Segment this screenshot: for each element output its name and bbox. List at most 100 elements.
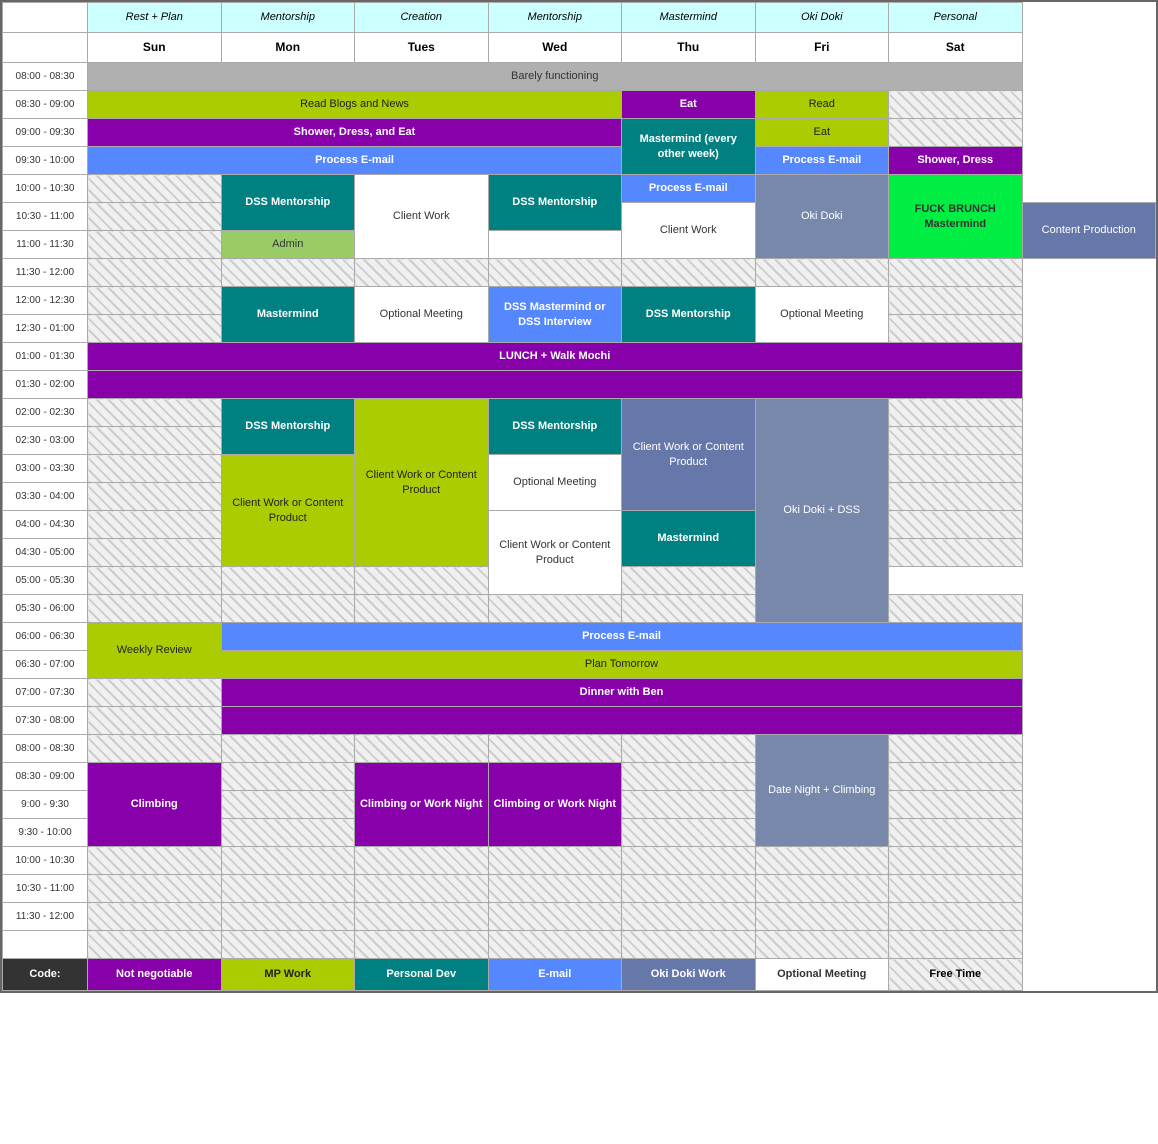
row-2200: 10:00 - 10:30 bbox=[3, 847, 1156, 875]
time-2230: 10:30 - 11:00 bbox=[3, 875, 88, 903]
row-2230: 10:30 - 11:00 bbox=[3, 875, 1156, 903]
empty-sat-0300 bbox=[889, 455, 1023, 483]
day-thu: Thu bbox=[622, 33, 756, 63]
time-0600: 06:00 - 06:30 bbox=[3, 623, 88, 651]
time-0900: 09:00 - 09:30 bbox=[3, 119, 88, 147]
time-2300: 11:30 - 12:00 bbox=[3, 903, 88, 931]
empty-mon-2100 bbox=[221, 791, 355, 819]
read-fri: Read bbox=[755, 91, 889, 119]
time-0200: 02:00 - 02:30 bbox=[3, 399, 88, 427]
time-0230: 02:30 - 03:00 bbox=[3, 427, 88, 455]
time-0300: 03:00 - 03:30 bbox=[3, 455, 88, 483]
cat-fri: Oki Doki bbox=[755, 3, 889, 33]
empty-sun-2200 bbox=[88, 847, 222, 875]
optional-meeting-tues: Optional Meeting bbox=[355, 287, 489, 343]
time-0430: 04:30 - 05:00 bbox=[3, 539, 88, 567]
empty-mon-2300 bbox=[221, 903, 355, 931]
row-2000: 08:00 - 08:30 Date Night + Climbing bbox=[3, 735, 1156, 763]
empty-sat-0530 bbox=[889, 595, 1023, 623]
empty-thu-2230 bbox=[622, 875, 756, 903]
empty-sat-2000 bbox=[889, 735, 1023, 763]
day-fri: Fri bbox=[755, 33, 889, 63]
empty-thu-2200 bbox=[622, 847, 756, 875]
climbing-work-night-tues: Climbing or Work Night bbox=[355, 763, 489, 847]
day-mon: Mon bbox=[221, 33, 355, 63]
empty-sun-2300 bbox=[88, 903, 222, 931]
empty-sun-1230 bbox=[88, 315, 222, 343]
cat-mon: Mentorship bbox=[221, 3, 355, 33]
empty-sun-0230 bbox=[88, 427, 222, 455]
empty-sat-0400 bbox=[889, 511, 1023, 539]
time-1000: 10:00 - 10:30 bbox=[3, 175, 88, 203]
row-0300: 03:00 - 03:30 Client Work or Content Pro… bbox=[3, 455, 1156, 483]
empty-wed-2300 bbox=[488, 903, 622, 931]
optional-meeting-wed: Optional Meeting bbox=[488, 455, 622, 511]
row-0200: 02:00 - 02:30 DSS Mentorship Client Work… bbox=[3, 399, 1156, 427]
empty-sat-0430 bbox=[889, 539, 1023, 567]
process-email-thu-2: Process E-mail bbox=[622, 175, 756, 203]
legend-optional-meeting: Optional Meeting bbox=[755, 959, 889, 991]
time-0800: 08:00 - 08:30 bbox=[3, 63, 88, 91]
empty-wed-2000 bbox=[488, 735, 622, 763]
legend-personal-dev: Personal Dev bbox=[355, 959, 489, 991]
client-work-content-wed-2: Client Work or Content Product bbox=[488, 511, 622, 595]
row-0530: 05:30 - 06:00 bbox=[3, 595, 1156, 623]
process-email-bottom: Process E-mail bbox=[221, 623, 1022, 651]
dss-mentorship-mon-2: DSS Mentorship bbox=[221, 399, 355, 455]
empty-sun-0300 bbox=[88, 455, 222, 483]
empty-sat-2100 bbox=[889, 791, 1023, 819]
plan-tomorrow: Plan Tomorrow bbox=[221, 651, 1022, 679]
empty-wed-1130 bbox=[488, 259, 622, 287]
empty-fri-1130 bbox=[755, 259, 889, 287]
time-2100: 9:00 - 9:30 bbox=[3, 791, 88, 819]
row-0830: 08:30 - 09:00 Read Blogs and News Eat Re… bbox=[3, 91, 1156, 119]
day-wed: Wed bbox=[488, 33, 622, 63]
empty-sat-0330 bbox=[889, 483, 1023, 511]
lunch-walk-mochi: LUNCH + Walk Mochi bbox=[88, 343, 1023, 371]
time-0730: 07:30 - 08:00 bbox=[3, 707, 88, 735]
empty-mon-2230 bbox=[221, 875, 355, 903]
dss-mentorship-thu-2: DSS Mentorship bbox=[622, 287, 756, 343]
process-email-fri: Process E-mail bbox=[755, 147, 889, 175]
barely-functioning: Barely functioning bbox=[88, 63, 1023, 91]
empty-thu-0530 bbox=[622, 595, 756, 623]
row-1000: 10:00 - 10:30 DSS Mentorship Client Work… bbox=[3, 175, 1156, 203]
read-blogs: Read Blogs and News bbox=[88, 91, 622, 119]
time-0930: 09:30 - 10:00 bbox=[3, 147, 88, 175]
weekly-review-sun: Weekly Review bbox=[88, 623, 222, 679]
empty-mon-2130 bbox=[221, 819, 355, 847]
dinner-with-ben: Dinner with Ben bbox=[221, 679, 1022, 707]
lunch-walk-mochi-2 bbox=[88, 371, 1023, 399]
empty-mon-0530 bbox=[221, 595, 355, 623]
legend-free-time: Free Time bbox=[889, 959, 1023, 991]
optional-meeting-fri: Optional Meeting bbox=[755, 287, 889, 343]
time-1200: 12:00 - 12:30 bbox=[3, 287, 88, 315]
row-0700: 07:00 - 07:30 Dinner with Ben bbox=[3, 679, 1156, 707]
empty-sat-0830 bbox=[889, 91, 1023, 119]
empty-mon-2200 bbox=[221, 847, 355, 875]
climbing-work-night-wed: Climbing or Work Night bbox=[488, 763, 622, 847]
mastermind-mon: Mastermind bbox=[221, 287, 355, 343]
time-2130: 9:30 - 10:00 bbox=[3, 819, 88, 847]
empty-sat-2030 bbox=[889, 763, 1023, 791]
time-1030: 10:30 - 11:00 bbox=[3, 203, 88, 231]
shower-dress-sat: Shower, Dress bbox=[889, 147, 1023, 175]
empty-sun-0400 bbox=[88, 511, 222, 539]
empty-mon-0500 bbox=[221, 567, 355, 595]
legend-label: Code: bbox=[3, 959, 88, 991]
oki-doki-fri-1: Oki Doki bbox=[755, 175, 889, 259]
empty-header bbox=[3, 3, 88, 33]
mastermind-thu-2: Mastermind bbox=[622, 511, 756, 567]
time-2200: 10:00 - 10:30 bbox=[3, 847, 88, 875]
empty-sat-2300 bbox=[889, 903, 1023, 931]
eat-fri: Eat bbox=[755, 119, 889, 147]
time-0530: 05:30 - 06:00 bbox=[3, 595, 88, 623]
empty-thu-1130 bbox=[622, 259, 756, 287]
row-1200: 12:00 - 12:30 Mastermind Optional Meetin… bbox=[3, 287, 1156, 315]
empty-wed-2200 bbox=[488, 847, 622, 875]
legend-not-negotiable: Not negotiable bbox=[88, 959, 222, 991]
time-0100: 01:00 - 01:30 bbox=[3, 343, 88, 371]
empty-sat-0900 bbox=[889, 119, 1023, 147]
time-header bbox=[3, 33, 88, 63]
oki-doki-dss-fri: Oki Doki + DSS bbox=[755, 399, 889, 623]
